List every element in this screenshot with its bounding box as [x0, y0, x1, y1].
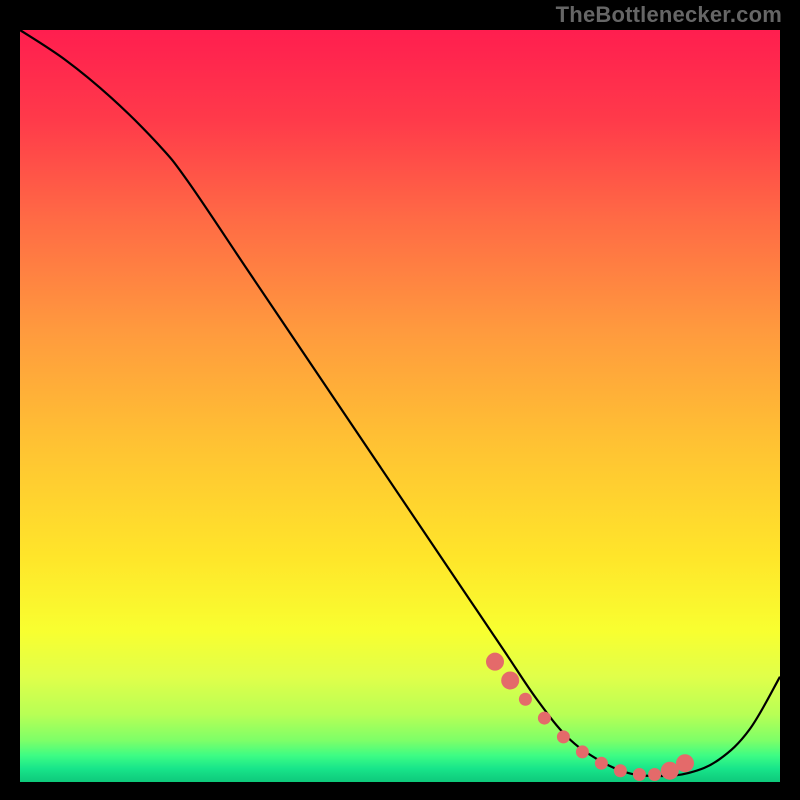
chart-container: TheBottlenecker.com — [0, 0, 800, 800]
marker-point — [557, 730, 570, 743]
marker-point — [486, 653, 504, 671]
marker-point — [676, 754, 694, 772]
marker-point — [633, 768, 646, 781]
marker-point — [576, 745, 589, 758]
attribution-label: TheBottlenecker.com — [556, 2, 782, 28]
plot-area — [20, 30, 780, 782]
marker-point — [595, 757, 608, 770]
marker-point — [519, 693, 532, 706]
marker-point — [648, 768, 661, 781]
chart-svg — [20, 30, 780, 782]
marker-point — [501, 671, 519, 689]
gradient-background — [20, 30, 780, 782]
marker-point — [538, 712, 551, 725]
marker-point — [614, 764, 627, 777]
